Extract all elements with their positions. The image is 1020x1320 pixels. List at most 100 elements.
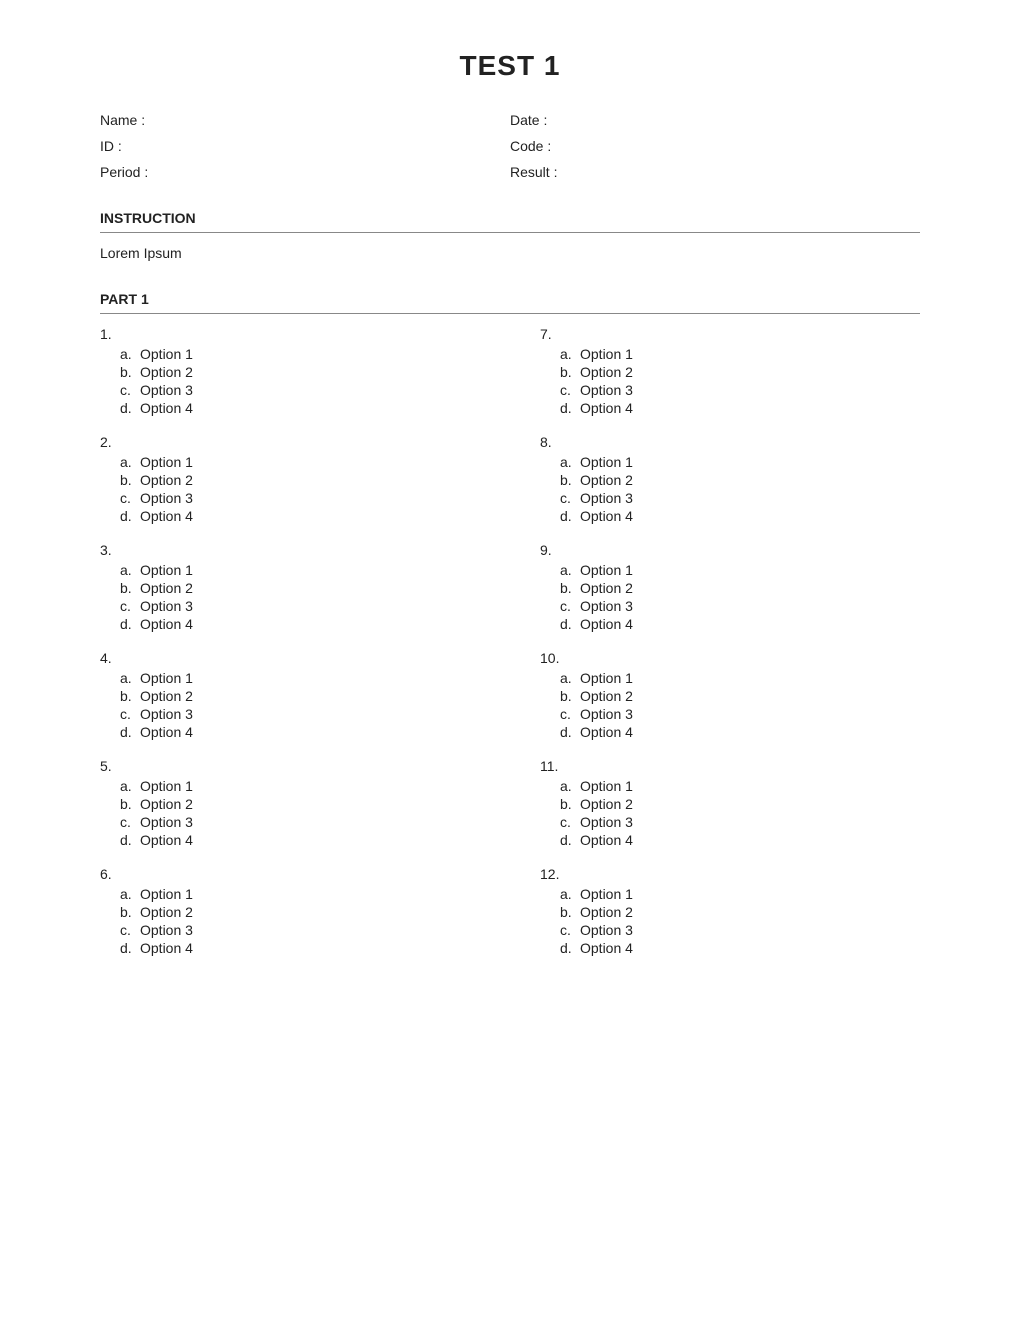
header-field-id: ID :: [100, 138, 510, 154]
questions-right: 7. a.Option 1 b.Option 2 c.Option 3 d.Op…: [540, 326, 920, 974]
list-item: b.Option 2: [120, 688, 480, 704]
page: TEST 1 Name : Date : ID : Code : Period …: [0, 0, 1020, 1320]
question-2: 2. a.Option 1 b.Option 2 c.Option 3 d.Op…: [100, 434, 480, 524]
list-item: d.Option 4: [560, 400, 920, 416]
date-label: Date :: [510, 112, 547, 128]
question-4-options: a.Option 1 b.Option 2 c.Option 3 d.Optio…: [100, 670, 480, 740]
list-item: d.Option 4: [560, 616, 920, 632]
list-item: a.Option 1: [120, 454, 480, 470]
list-item: b.Option 2: [120, 580, 480, 596]
list-item: b.Option 2: [120, 472, 480, 488]
list-item: d.Option 4: [120, 940, 480, 956]
question-10-number: 10.: [540, 650, 920, 666]
question-11-number: 11.: [540, 758, 920, 774]
question-6: 6. a.Option 1 b.Option 2 c.Option 3 d.Op…: [100, 866, 480, 956]
list-item: a.Option 1: [120, 346, 480, 362]
question-7-options: a.Option 1 b.Option 2 c.Option 3 d.Optio…: [540, 346, 920, 416]
list-item: d.Option 4: [120, 724, 480, 740]
question-7: 7. a.Option 1 b.Option 2 c.Option 3 d.Op…: [540, 326, 920, 416]
question-1-number: 1.: [100, 326, 480, 342]
option-text: Option 2: [140, 364, 193, 380]
list-item: c.Option 3: [120, 598, 480, 614]
question-7-number: 7.: [540, 326, 920, 342]
question-3-options: a.Option 1 b.Option 2 c.Option 3 d.Optio…: [100, 562, 480, 632]
list-item: b.Option 2: [120, 796, 480, 812]
list-item: d.Option 4: [560, 832, 920, 848]
list-item: c.Option 3: [560, 814, 920, 830]
header-field-date: Date :: [510, 112, 920, 128]
question-9-number: 9.: [540, 542, 920, 558]
question-11: 11. a.Option 1 b.Option 2 c.Option 3 d.O…: [540, 758, 920, 848]
list-item: d.Option 4: [560, 940, 920, 956]
list-item: d.Option 4: [120, 400, 480, 416]
name-label: Name :: [100, 112, 145, 128]
question-8-options: a.Option 1 b.Option 2 c.Option 3 d.Optio…: [540, 454, 920, 524]
question-5-options: a.Option 1 b.Option 2 c.Option 3 d.Optio…: [100, 778, 480, 848]
question-5: 5. a.Option 1 b.Option 2 c.Option 3 d.Op…: [100, 758, 480, 848]
header-field-result: Result :: [510, 164, 920, 180]
question-10-options: a.Option 1 b.Option 2 c.Option 3 d.Optio…: [540, 670, 920, 740]
question-10: 10. a.Option 1 b.Option 2 c.Option 3 d.O…: [540, 650, 920, 740]
list-item: c.Option 3: [560, 382, 920, 398]
question-8-number: 8.: [540, 434, 920, 450]
list-item: a.Option 1: [120, 562, 480, 578]
question-12-number: 12.: [540, 866, 920, 882]
option-text: Option 1: [140, 346, 193, 362]
list-item: a.Option 1: [560, 670, 920, 686]
questions-left: 1. a.Option 1 b.Option 2 c.Option 3 d.Op…: [100, 326, 480, 974]
list-item: a.Option 1: [560, 886, 920, 902]
question-1-options: a.Option 1 b.Option 2 c.Option 3 d.Optio…: [100, 346, 480, 416]
question-8: 8. a.Option 1 b.Option 2 c.Option 3 d.Op…: [540, 434, 920, 524]
list-item: b.Option 2: [560, 472, 920, 488]
header-field-name: Name :: [100, 112, 510, 128]
question-6-number: 6.: [100, 866, 480, 882]
question-5-number: 5.: [100, 758, 480, 774]
question-3-number: 3.: [100, 542, 480, 558]
question-4-number: 4.: [100, 650, 480, 666]
part1-heading: PART 1: [100, 291, 920, 307]
question-12: 12. a.Option 1 b.Option 2 c.Option 3 d.O…: [540, 866, 920, 956]
list-item: c.Option 3: [560, 706, 920, 722]
list-item: b.Option 2: [560, 904, 920, 920]
list-item: c.Option 3: [120, 706, 480, 722]
option-letter: a.: [120, 346, 140, 362]
list-item: c.Option 3: [560, 922, 920, 938]
list-item: a.Option 1: [560, 778, 920, 794]
question-4: 4. a.Option 1 b.Option 2 c.Option 3 d.Op…: [100, 650, 480, 740]
instruction-section: INSTRUCTION Lorem Ipsum: [100, 210, 920, 261]
question-2-number: 2.: [100, 434, 480, 450]
question-9: 9. a.Option 1 b.Option 2 c.Option 3 d.Op…: [540, 542, 920, 632]
list-item: c.Option 3: [560, 490, 920, 506]
list-item: a.Option 1: [120, 886, 480, 902]
part1-divider: [100, 313, 920, 314]
page-title: TEST 1: [100, 50, 920, 82]
option-letter: c.: [120, 382, 140, 398]
question-6-options: a.Option 1 b.Option 2 c.Option 3 d.Optio…: [100, 886, 480, 956]
result-label: Result :: [510, 164, 557, 180]
list-item: a.Option 1: [120, 670, 480, 686]
list-item: d.Option 4: [120, 616, 480, 632]
list-item: a.Option 1: [560, 346, 920, 362]
list-item: b.Option 2: [120, 904, 480, 920]
id-label: ID :: [100, 138, 122, 154]
list-item: a.Option 1: [120, 778, 480, 794]
list-item: b.Option 2: [560, 796, 920, 812]
question-12-options: a.Option 1 b.Option 2 c.Option 3 d.Optio…: [540, 886, 920, 956]
part1-section: PART 1 1. a.Option 1 b.Option 2 c.Option…: [100, 291, 920, 974]
option-letter: b.: [120, 364, 140, 380]
option-text: Option 3: [140, 382, 193, 398]
list-item: d.Option 4: [120, 508, 480, 524]
header-field-period: Period :: [100, 164, 510, 180]
list-item: d.Option 4: [120, 832, 480, 848]
question-2-options: a.Option 1 b.Option 2 c.Option 3 d.Optio…: [100, 454, 480, 524]
list-item: a.Option 1: [560, 562, 920, 578]
list-item: c.Option 3: [560, 598, 920, 614]
list-item: d.Option 4: [560, 508, 920, 524]
header-field-code: Code :: [510, 138, 920, 154]
instruction-text: Lorem Ipsum: [100, 245, 920, 261]
option-text: Option 4: [140, 400, 193, 416]
question-9-options: a.Option 1 b.Option 2 c.Option 3 d.Optio…: [540, 562, 920, 632]
question-1: 1. a.Option 1 b.Option 2 c.Option 3 d.Op…: [100, 326, 480, 416]
questions-grid: 1. a.Option 1 b.Option 2 c.Option 3 d.Op…: [100, 326, 920, 974]
header-grid: Name : Date : ID : Code : Period : Resul…: [100, 112, 920, 180]
